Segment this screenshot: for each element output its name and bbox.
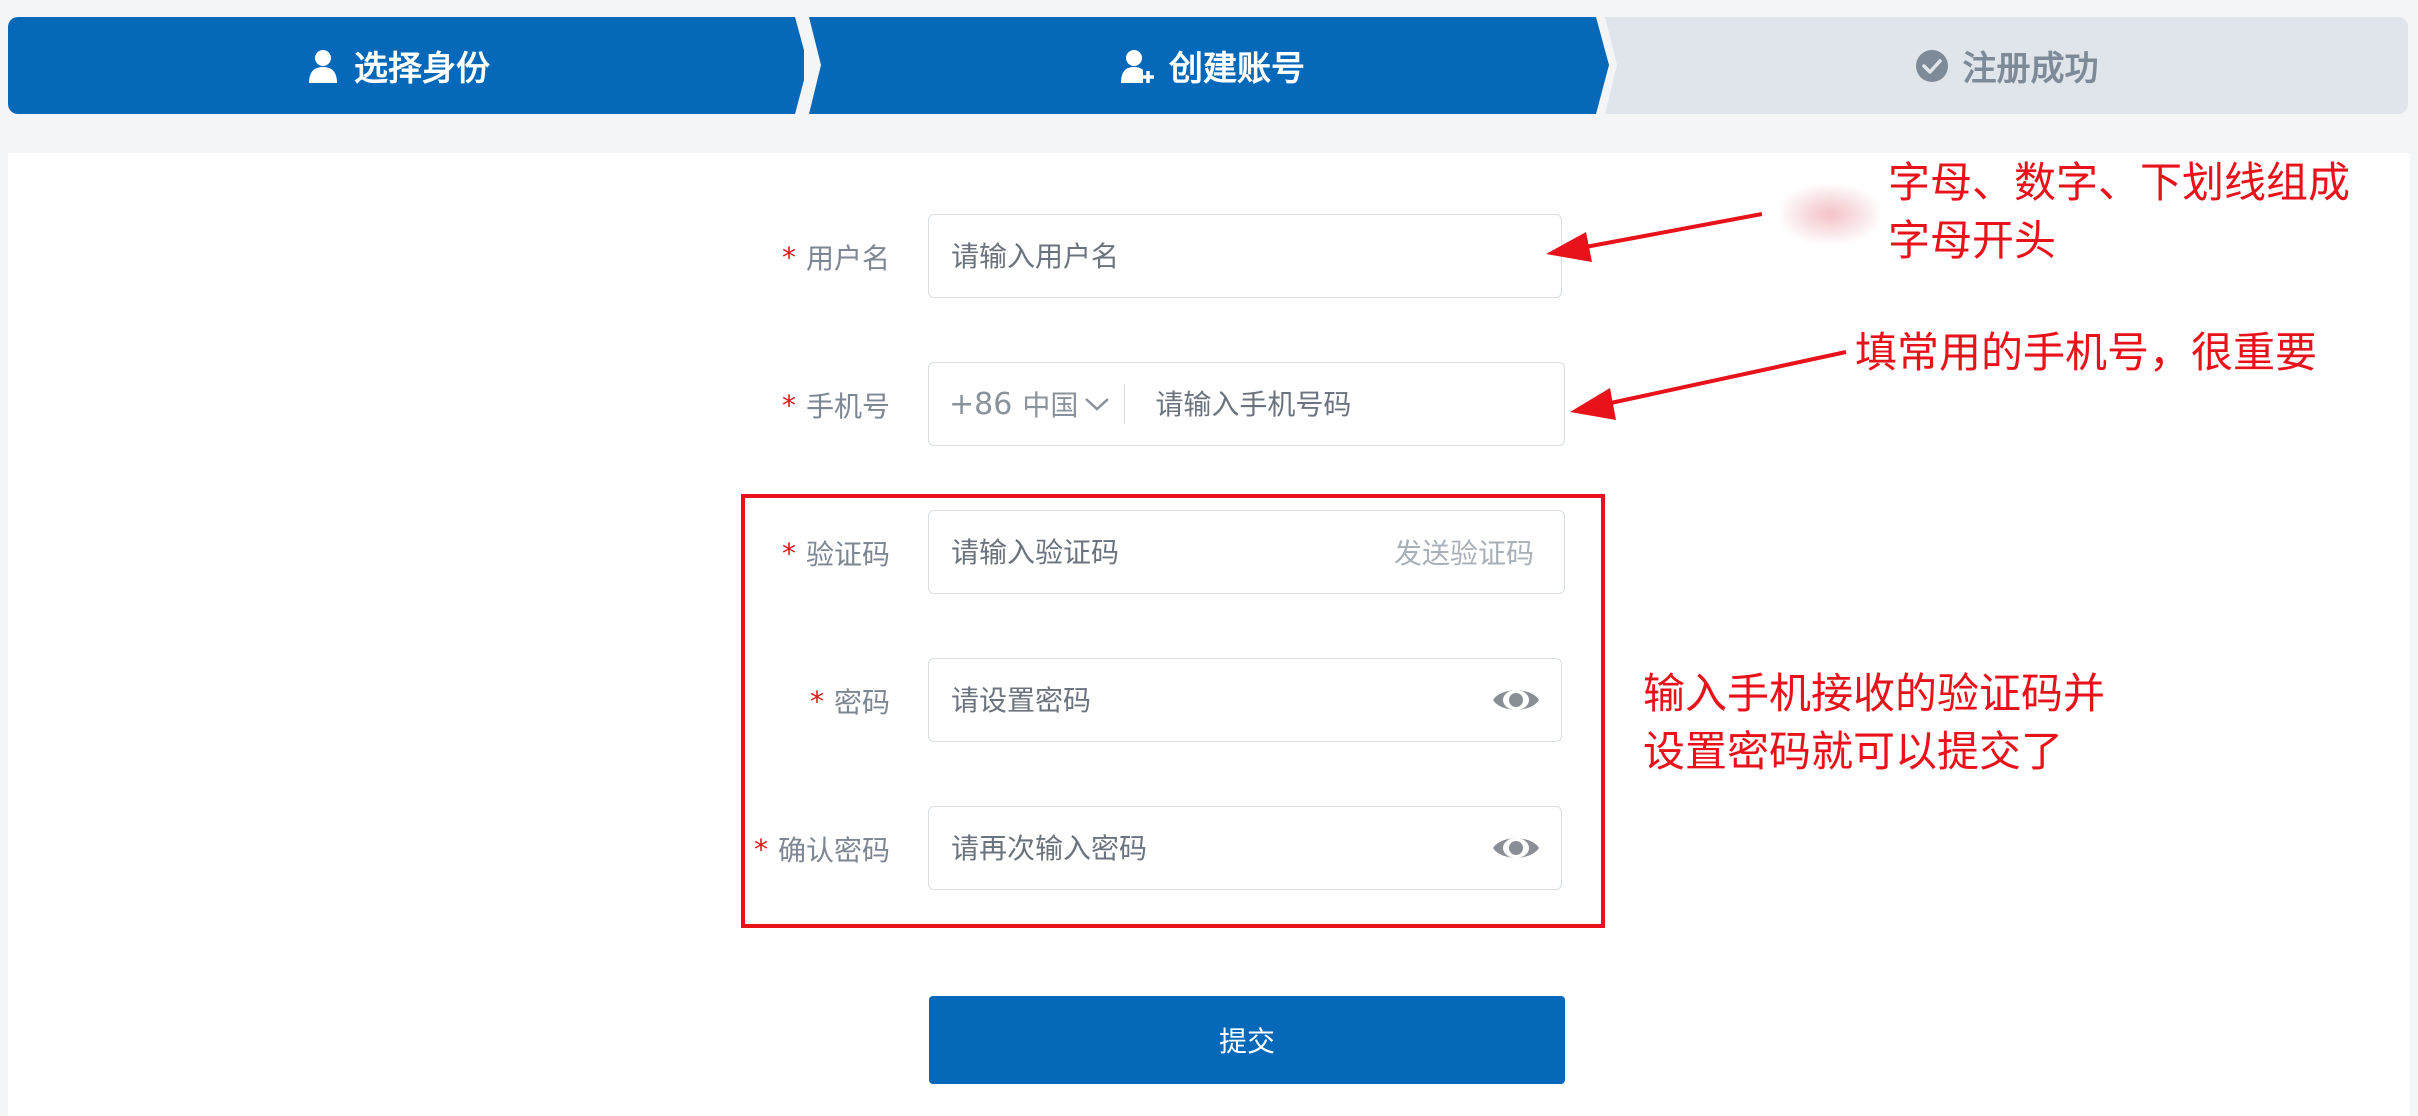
user-add-icon [1121, 49, 1155, 83]
step-label: 注册成功 [1962, 49, 2099, 89]
username-input[interactable] [929, 216, 1561, 296]
phone-field: +86 中国 [928, 362, 1565, 446]
step-select-identity: 选择身份 [8, 17, 804, 114]
country-code-select[interactable]: +86 中国 [929, 384, 1126, 424]
chevron-down-icon [1084, 396, 1110, 412]
country-code: +86 [949, 386, 1013, 422]
username-field [928, 214, 1562, 298]
step-register-success: 注册成功 [1605, 17, 2408, 114]
annotation-phone-note: 填常用的手机号，很重要 [1855, 328, 2318, 377]
required-mark: * [781, 388, 796, 422]
phone-label: * 手机号 [781, 388, 890, 424]
submit-button[interactable]: 提交 [929, 996, 1565, 1084]
annotation-username-note: 字母、数字、下划线组成 字母开头 [1888, 158, 2351, 265]
phone-input[interactable] [1125, 364, 1564, 444]
user-icon [306, 49, 340, 83]
annotation-code-note: 输入手机接收的验证码并 设置密码就可以提交了 [1643, 669, 2106, 776]
step-label: 选择身份 [354, 49, 490, 89]
step-label: 创建账号 [1169, 49, 1305, 89]
username-label: * 用户名 [781, 240, 890, 276]
country-name: 中国 [1022, 389, 1079, 422]
required-mark: * [781, 240, 796, 274]
step-progress-bar: 选择身份 创建账号 注册成功 [8, 17, 2408, 114]
check-circle-icon [1915, 49, 1949, 83]
redacted-blur [1782, 186, 1878, 242]
step-create-account: 创建账号 [809, 17, 1609, 114]
annotation-highlight-box [741, 494, 1605, 928]
